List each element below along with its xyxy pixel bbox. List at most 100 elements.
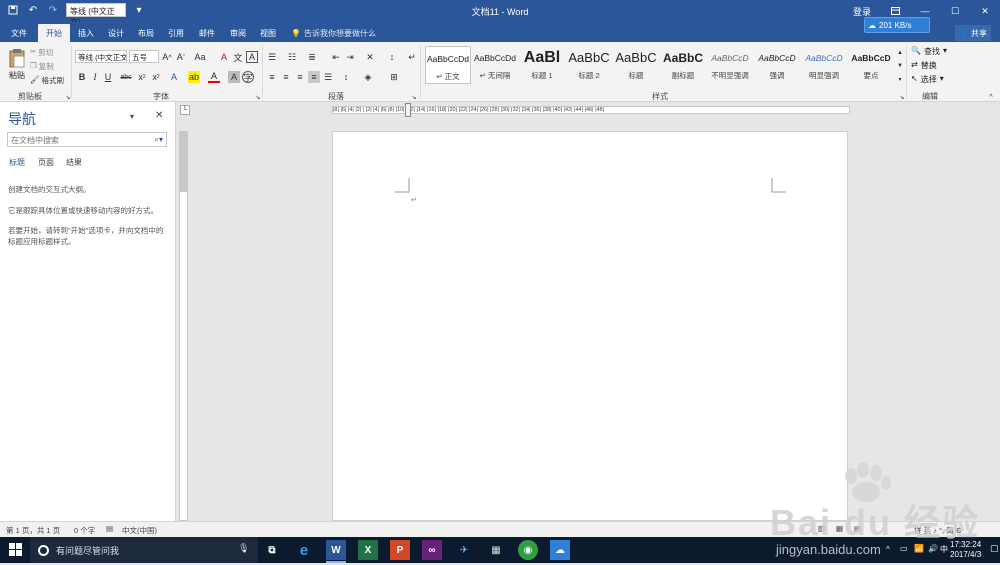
multilevel-list-icon[interactable]: ≣ — [306, 51, 318, 63]
subscript-icon[interactable]: x2 — [136, 71, 148, 83]
vertical-ruler[interactable] — [179, 131, 188, 521]
close-button[interactable]: ✕ — [970, 0, 1000, 22]
calculator-icon[interactable]: ▦ — [486, 540, 506, 560]
character-border-icon[interactable]: A — [246, 51, 258, 63]
increase-indent-icon[interactable]: ⇥ — [344, 51, 356, 63]
underline-icon[interactable]: U — [102, 71, 114, 83]
tab-home[interactable]: 开始 — [38, 24, 70, 42]
browser-app-icon[interactable]: ◉ — [518, 540, 538, 560]
font-size-combo[interactable]: 五号 — [129, 50, 159, 63]
page-count[interactable]: 第 1 页，共 1 页 — [6, 525, 60, 536]
wifi-icon[interactable]: 📶 — [914, 544, 924, 553]
network-icon[interactable]: ▭ — [900, 544, 908, 553]
style-subtle-emphasis[interactable]: AaBbCcD 不明显强调 — [707, 46, 753, 84]
tray-chevron-icon[interactable]: ^ — [886, 545, 890, 554]
nav-tab-headings[interactable]: 标题 — [9, 157, 25, 168]
copy-button[interactable]: ❐ 复制 — [30, 61, 54, 72]
enclose-characters-icon[interactable]: 字 — [242, 71, 254, 83]
style-no-spacing[interactable]: AaBbCcDd ↵ 无间隔 — [472, 46, 518, 84]
text-effects-icon[interactable]: A — [168, 71, 180, 83]
feather-app-icon[interactable]: ✈ — [454, 540, 474, 560]
font-name-combo[interactable]: 等线 (中文正文) — [75, 50, 127, 63]
style-heading-2[interactable]: AaBbC 标题 2 — [566, 46, 612, 84]
line-spacing-icon[interactable]: ↕ — [340, 71, 352, 83]
style-intense-emphasis[interactable]: AaBbCcD 明显强调 — [801, 46, 847, 84]
sort-icon[interactable]: ↕ — [386, 51, 398, 63]
styles-scroll-up-icon[interactable]: ▲ — [894, 47, 906, 59]
redo-icon[interactable]: ↷ — [46, 3, 60, 17]
tab-insert[interactable]: 插入 — [72, 24, 100, 42]
ime-tray-icon[interactable]: 中 — [940, 544, 948, 555]
taskbar-search[interactable]: 有问题尽管问我 🎙 — [30, 537, 258, 563]
tell-me-box[interactable]: 💡 告诉我你想要做什么 — [291, 28, 376, 39]
shading-icon[interactable]: ◈ — [362, 71, 374, 83]
undo-icon[interactable]: ↶ — [26, 3, 40, 17]
grow-font-icon[interactable]: A ^ — [161, 51, 173, 63]
clear-formatting-icon[interactable]: A — [218, 51, 230, 63]
borders-icon[interactable]: ⊞ — [388, 71, 400, 83]
styles-more-icon[interactable]: ▾ — [894, 73, 906, 85]
qat-font-combo[interactable]: 等线 (中文正文) — [66, 3, 126, 27]
justify-icon[interactable]: ≡ — [308, 71, 320, 83]
character-shading-icon[interactable]: A — [228, 71, 240, 83]
web-layout-icon[interactable]: ▤ — [854, 524, 861, 533]
style-title[interactable]: AaBbC 标题 — [613, 46, 659, 84]
tab-design[interactable]: 设计 — [102, 24, 130, 42]
language[interactable]: 中文(中国) — [122, 525, 157, 536]
notification-icon[interactable]: ▢ — [990, 543, 999, 554]
document-page[interactable]: ↵ — [332, 131, 848, 521]
align-left-icon[interactable]: ≡ — [266, 71, 278, 83]
clock[interactable]: 17:32:24 2017/4/3 — [950, 540, 981, 560]
tab-view[interactable]: 视图 — [254, 24, 282, 42]
superscript-icon[interactable]: x2 — [150, 71, 162, 83]
ime-indicator[interactable]: 拼 英 ♪ °, 简 ⚙ — [914, 525, 962, 536]
format-painter-button[interactable]: 🖌 格式刷 — [30, 75, 64, 86]
replace-button[interactable]: ⇄ 替换 — [911, 60, 937, 71]
excel-icon[interactable]: X — [358, 540, 378, 560]
word-icon[interactable]: W — [326, 540, 346, 563]
read-mode-icon[interactable]: ▥ — [818, 524, 825, 533]
numbering-icon[interactable]: ☷ — [286, 51, 298, 63]
maximize-button[interactable]: ☐ — [940, 0, 970, 22]
distributed-icon[interactable]: ☰ — [322, 71, 334, 83]
shrink-font-icon[interactable]: Aˇ — [175, 51, 187, 63]
tab-layout[interactable]: 布局 — [132, 24, 160, 42]
find-button[interactable]: 🔍 查找 ▾ — [911, 46, 947, 57]
tab-review[interactable]: 审阅 — [224, 24, 252, 42]
align-center-icon[interactable]: ≡ — [280, 71, 292, 83]
style-heading-1[interactable]: AaBl 标题 1 — [519, 46, 565, 84]
italic-icon[interactable]: I — [89, 71, 101, 83]
nav-tab-pages[interactable]: 页面 — [38, 157, 54, 168]
tab-references[interactable]: 引用 — [162, 24, 190, 42]
select-button[interactable]: ↖ 选择 ▾ — [911, 74, 944, 85]
style-normal[interactable]: AaBbCcDd ↵ 正文 — [425, 46, 471, 84]
style-subtitle[interactable]: AaBbC 副标题 — [660, 46, 706, 84]
tab-mailings[interactable]: 邮件 — [192, 24, 222, 42]
start-button[interactable] — [9, 543, 22, 558]
phonetic-guide-icon[interactable]: 文 — [232, 51, 244, 63]
bullets-icon[interactable]: ☰ — [266, 51, 278, 63]
edge-icon[interactable]: e — [294, 540, 314, 560]
style-emphasis[interactable]: AaBbCcD 强调 — [754, 46, 800, 84]
volume-icon[interactable]: 🔊 — [928, 544, 938, 553]
microphone-icon[interactable]: 🎙 — [238, 543, 249, 554]
customize-qat-icon[interactable]: ▾ — [132, 3, 146, 17]
search-icon[interactable]: ⌕▾ — [155, 135, 164, 145]
tab-selector-icon[interactable]: └ — [180, 105, 190, 115]
proofing-icon[interactable]: ▤ — [106, 524, 113, 533]
nav-close-icon[interactable]: ✕ — [155, 110, 163, 121]
share-button[interactable]: 👤 共享 — [955, 25, 991, 41]
nav-search-input[interactable]: 在文档中搜索 ⌕▾ — [7, 132, 167, 147]
task-view-icon[interactable]: ⧉ — [262, 540, 282, 560]
bold-icon[interactable]: B — [76, 71, 88, 83]
chinese-layout-icon[interactable]: ✕ — [364, 51, 376, 63]
cloud-app-icon[interactable]: ☁ — [550, 540, 570, 560]
indent-marker-icon[interactable] — [405, 103, 411, 117]
cut-button[interactable]: ✂ 剪切 — [30, 47, 53, 58]
styles-scroll-down-icon[interactable]: ▼ — [894, 60, 906, 72]
decrease-indent-icon[interactable]: ⇤ — [330, 51, 342, 63]
paste-button[interactable]: 粘贴 — [6, 48, 28, 86]
align-right-icon[interactable]: ≡ — [294, 71, 306, 83]
powerpoint-icon[interactable]: P — [390, 540, 410, 560]
highlight-icon[interactable]: ab — [188, 71, 200, 83]
